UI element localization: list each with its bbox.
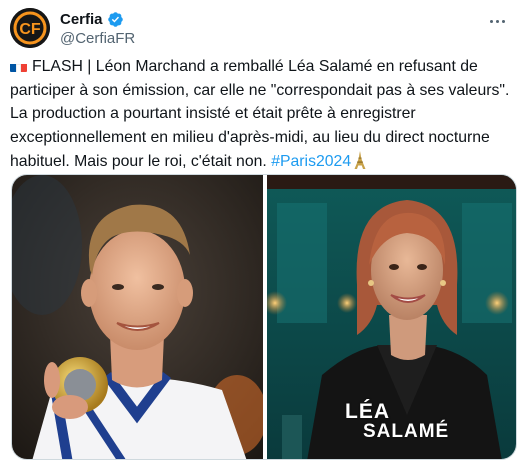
tweet-header: CF Cerfia @CerfiaFR [10,8,510,48]
tweet-body: FLASH | Léon Marchand a remballé Léa Sal… [10,58,510,170]
avatar[interactable]: CF [10,8,50,48]
cerfia-logo-icon: CF [10,8,50,48]
france-flag-icon [10,60,27,72]
tv-presenter-photo[interactable]: LÉA SALAMÉ [267,175,516,459]
author-display-name[interactable]: Cerfia [60,11,103,28]
more-options-icon[interactable] [486,12,508,30]
verified-badge-icon [107,11,123,27]
tweet-text: FLASH | Léon Marchand a remballé Léa Sal… [10,55,510,174]
hashtag-link[interactable]: #Paris2024 [271,153,351,170]
author-names: Cerfia @CerfiaFR [60,9,135,48]
swimmer-with-medal-photo[interactable] [12,175,263,459]
caption-line-2: SALAMÉ [363,421,450,442]
name-caption: LÉA SALAMÉ [345,400,450,442]
caption-line-1: LÉA [345,400,390,423]
eiffel-tower-icon [354,150,366,169]
avatar-text: CF [19,21,41,38]
author-handle[interactable]: @CerfiaFR [60,30,135,47]
media-grid: LÉA SALAMÉ [11,174,517,460]
